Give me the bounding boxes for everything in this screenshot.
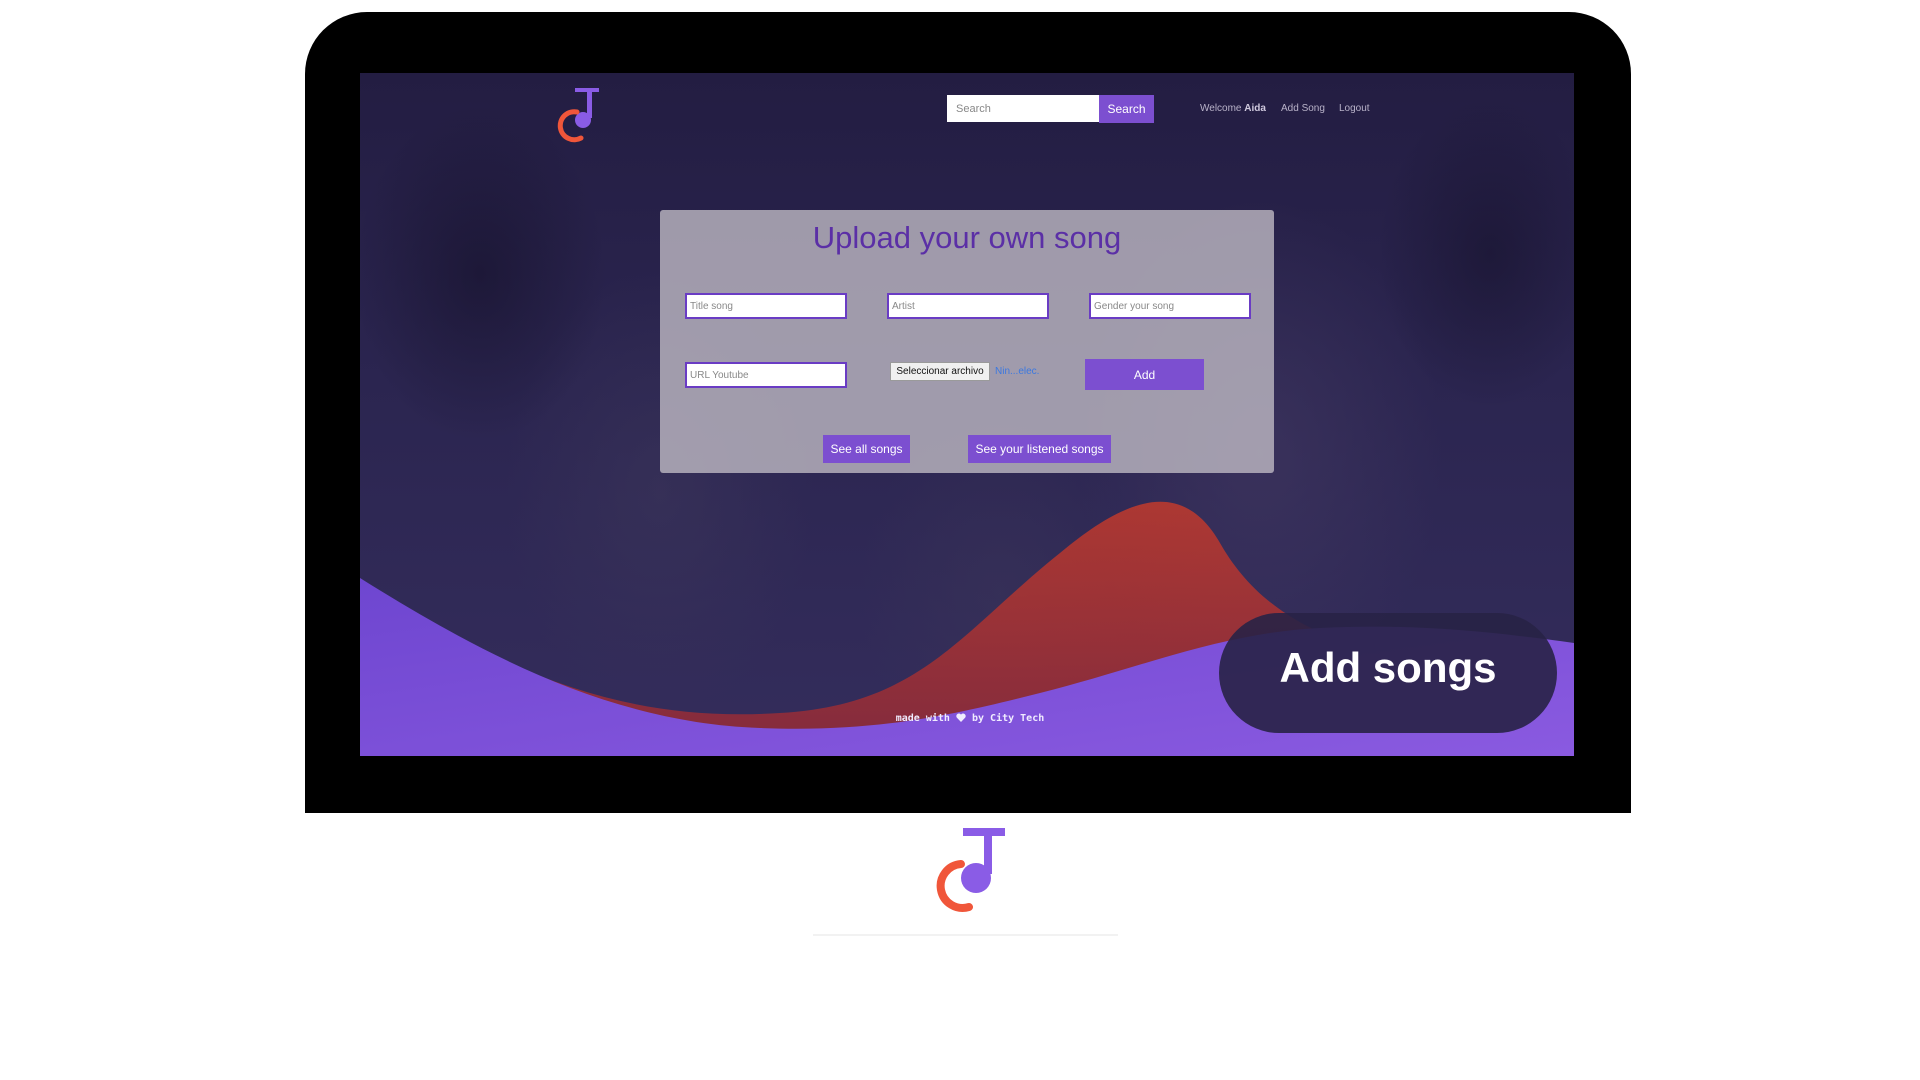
youtube-url-input[interactable] [685,362,847,388]
welcome-text: Welcome Aida [1200,103,1266,114]
add-song-link[interactable]: Add Song [1281,103,1325,114]
music-note-logo-icon [936,828,1005,912]
feature-badge: Add songs [1219,613,1557,733]
see-listened-songs-button[interactable]: See your listened songs [968,435,1111,463]
genre-input[interactable] [1089,293,1251,319]
artist-input[interactable] [887,293,1049,319]
choose-file-button[interactable]: Seleccionar archivo [890,362,990,381]
footer-made-with: made with [895,713,950,724]
footer-by: by City Tech [972,713,1045,724]
feature-badge-text: Add songs [1279,644,1497,691]
monitor-stand-line [813,934,1118,936]
upload-form-card: Upload your own song Seleccionar archivo… [660,210,1274,473]
file-status-text: Nin...elec. [995,366,1040,377]
heart-icon [956,713,966,722]
see-all-songs-button[interactable]: See all songs [823,435,910,463]
add-song-button[interactable]: Add [1085,359,1204,390]
logout-link[interactable]: Logout [1339,103,1370,114]
search-button[interactable]: Search [1099,95,1154,123]
footer-credit: made with by City Tech [870,713,1070,724]
search-input[interactable] [947,95,1105,122]
title-song-input[interactable] [685,293,847,319]
upload-form-title: Upload your own song [812,220,1122,255]
music-note-logo-icon[interactable] [553,86,603,144]
username: Aida [1244,103,1266,114]
welcome-prefix: Welcome [1200,103,1245,114]
